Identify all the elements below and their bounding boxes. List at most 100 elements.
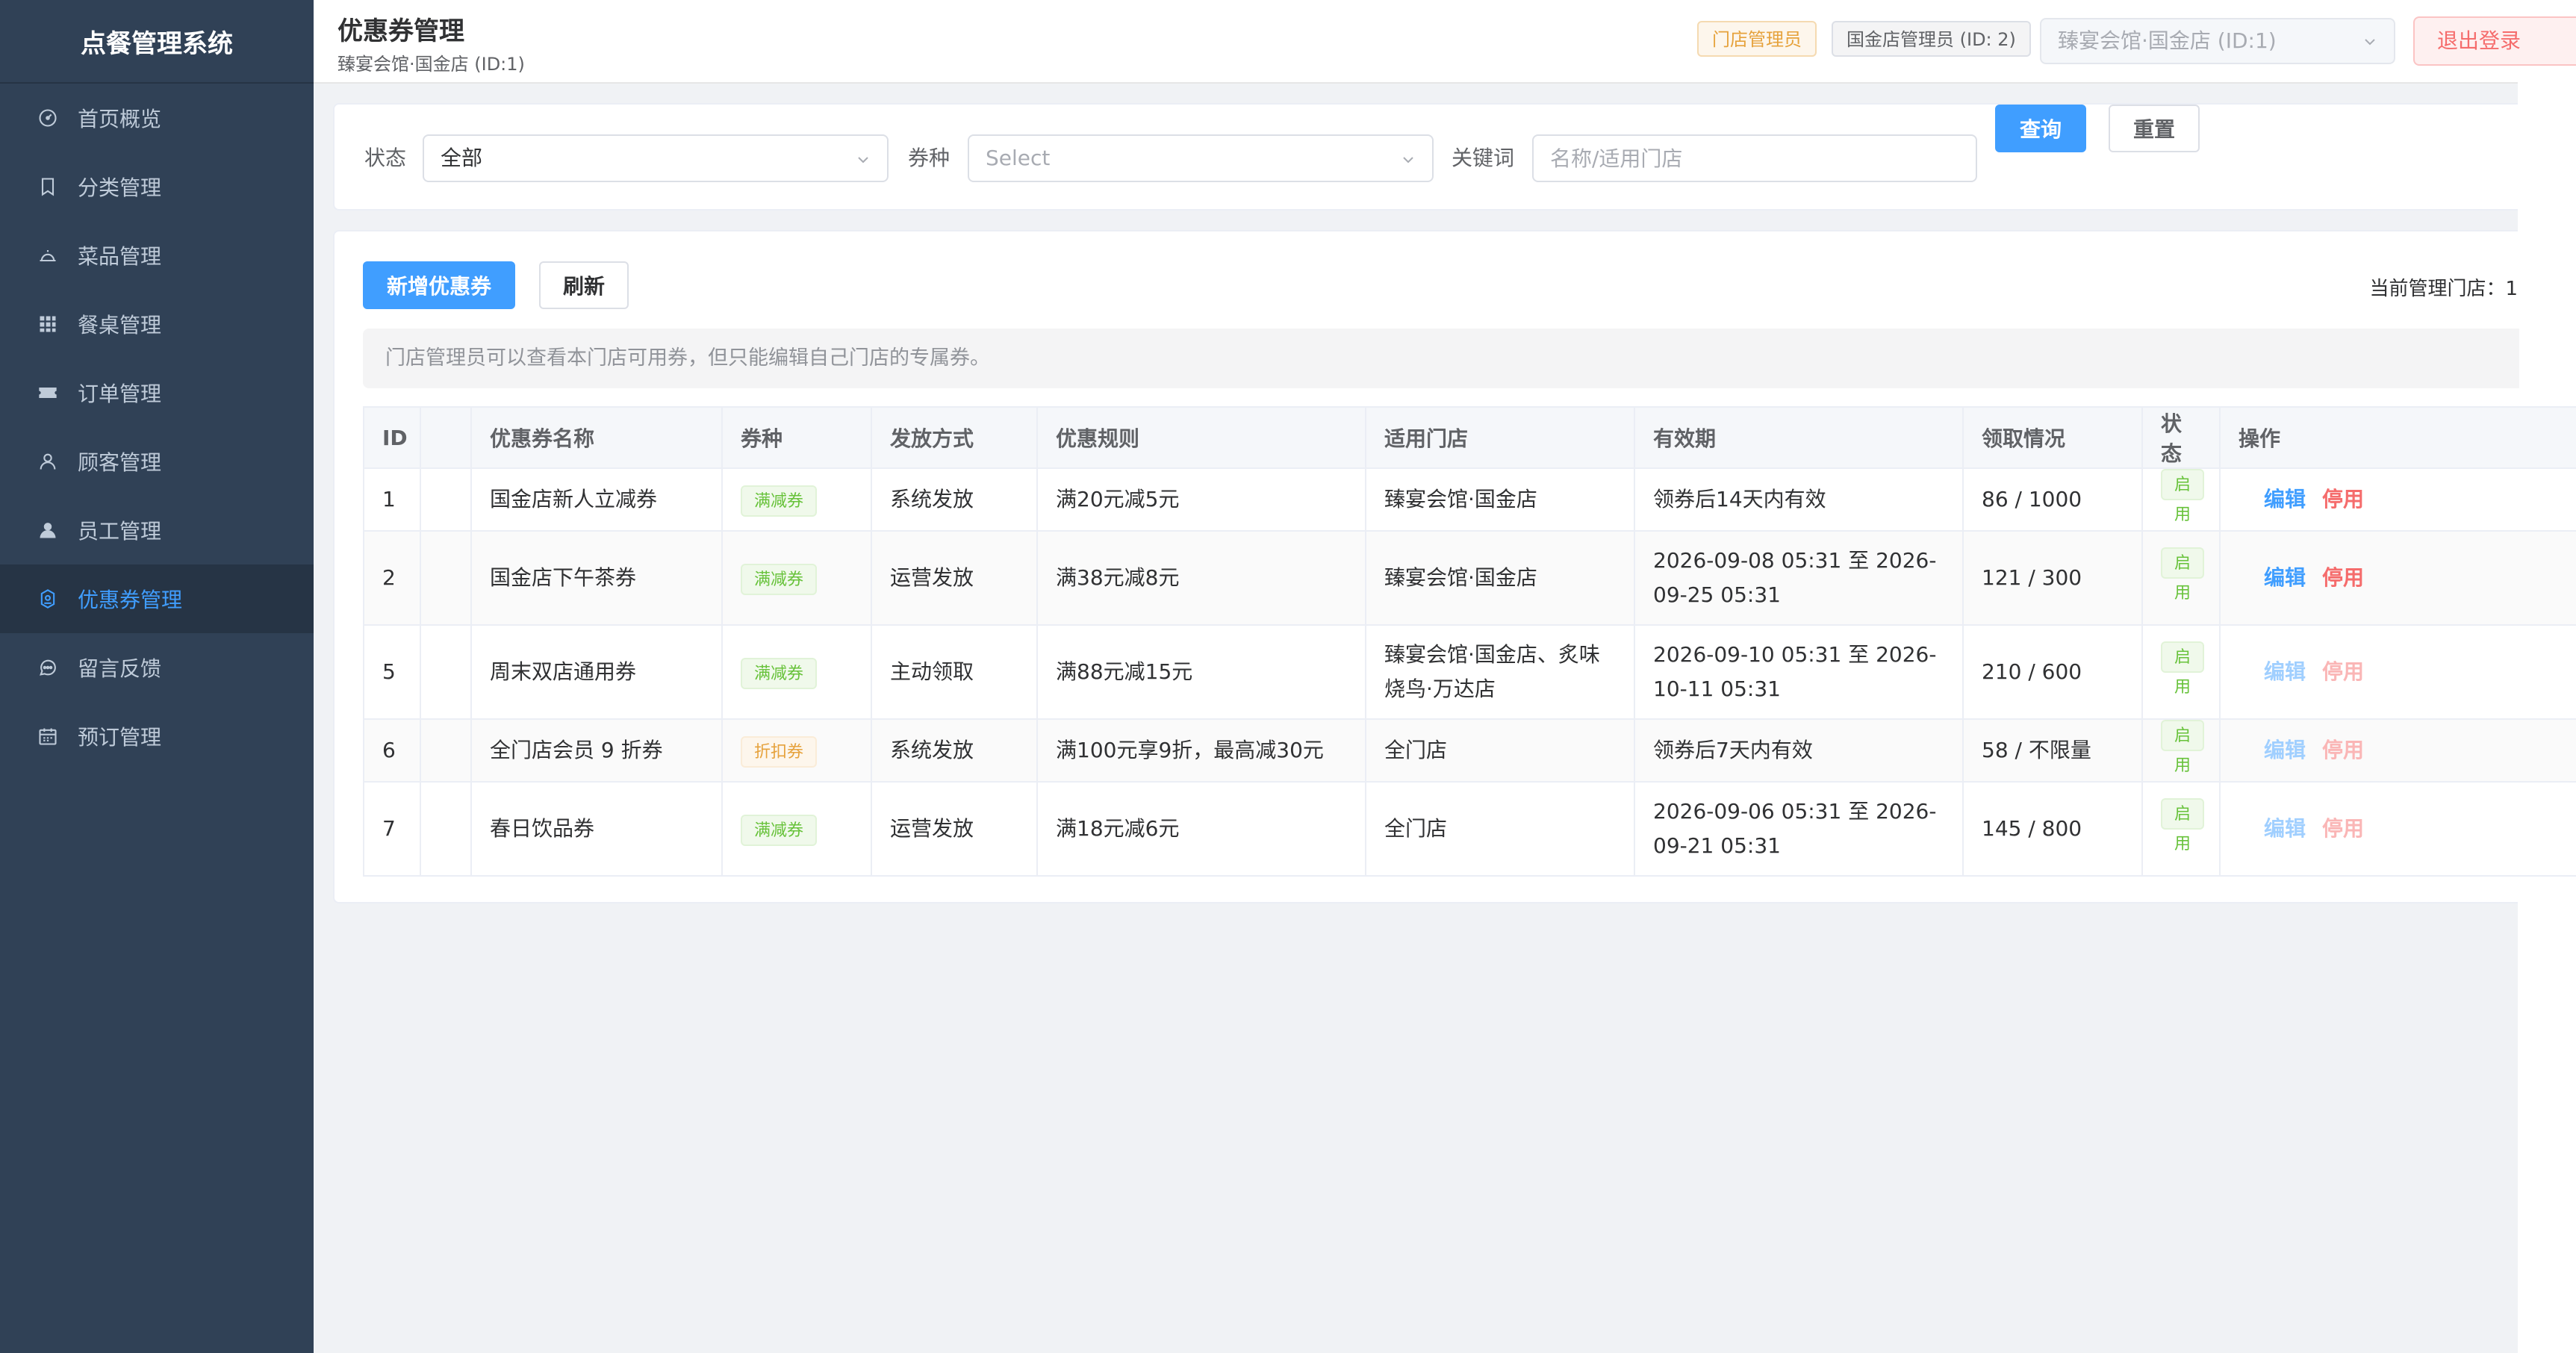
sidebar-item-staff[interactable]: 员工管理 — [0, 496, 314, 564]
table-row: 5 周末双店通用券 满减券 主动领取 满88元减15元 臻宴会馆·国金店、炙味烧… — [363, 624, 2576, 720]
keyword-input[interactable] — [1532, 134, 1977, 182]
column-header-stores: 适用门店 — [1365, 406, 1635, 469]
sidebar-item-coupons[interactable]: 优惠券管理 — [0, 564, 314, 633]
store-select[interactable]: 臻宴会馆·国金店 (ID:1) — [2040, 18, 2395, 64]
sidebar-item-dashboard[interactable]: 首页概览 — [0, 84, 314, 152]
column-header-rule: 优惠规则 — [1036, 406, 1366, 469]
user-filled-icon — [37, 520, 58, 541]
dish-cover-icon — [37, 245, 58, 266]
edit-link-disabled: 编辑 — [2264, 738, 2306, 762]
calendar-icon — [37, 726, 58, 747]
permission-notice: 门店管理员可以查看本门店可用券，但只能编辑自己门店的专属券。 — [363, 329, 2519, 388]
status-badge: 启用 — [2161, 469, 2205, 524]
sidebar-item-label: 餐桌管理 — [78, 313, 162, 338]
cell-type: 满减券 — [721, 781, 872, 877]
disable-link-disabled: 停用 — [2322, 659, 2365, 684]
sidebar-item-orders[interactable]: 订单管理 — [0, 358, 314, 427]
app-brand: 点餐管理系统 — [0, 0, 314, 84]
cell-type: 满减券 — [721, 530, 872, 626]
cell-stores: 全门店 — [1365, 718, 1635, 783]
status-badge: 启用 — [2161, 641, 2205, 697]
cell-status: 启用 — [2141, 624, 2221, 720]
sidebar-item-label: 顾客管理 — [78, 450, 162, 475]
add-coupon-button[interactable]: 新增优惠券 — [363, 261, 515, 309]
cell-id: 5 — [363, 624, 421, 720]
logout-button[interactable]: 退出登录 — [2413, 16, 2576, 66]
type-select[interactable]: Select — [968, 134, 1434, 182]
cell-rule: 满18元减6元 — [1036, 781, 1366, 877]
dashboard-icon — [37, 108, 58, 128]
edit-link[interactable]: 编辑 — [2264, 565, 2306, 590]
cell-rule: 满38元减8元 — [1036, 530, 1366, 626]
sidebar-item-reservations[interactable]: 预订管理 — [0, 702, 314, 771]
cell-issue: 系统发放 — [871, 467, 1038, 532]
cell-blank — [420, 530, 472, 626]
disable-link[interactable]: 停用 — [2322, 487, 2364, 511]
sidebar-item-dishes[interactable]: 菜品管理 — [0, 221, 314, 290]
cell-actions: 编辑 停用 — [2220, 467, 2576, 532]
cell-validity: 领券后14天内有效 — [1634, 467, 1964, 532]
disable-link[interactable]: 停用 — [2322, 565, 2364, 590]
refresh-button[interactable]: 刷新 — [539, 261, 629, 309]
cell-name: 春日饮品券 — [470, 781, 723, 877]
column-header-status: 状态 — [2141, 406, 2221, 469]
sidebar-item-label: 优惠券管理 — [78, 588, 183, 612]
cell-blank — [420, 781, 472, 877]
type-label: 券种 — [908, 146, 951, 170]
cell-type: 满减券 — [721, 467, 872, 532]
cell-validity: 领券后7天内有效 — [1634, 718, 1964, 783]
coupon-type-tag: 满减券 — [741, 485, 818, 517]
cell-claimed: 210 / 600 — [1962, 624, 2143, 720]
filter-card: 状态 全部 券种 Select 关键词 查询 重置 — [333, 103, 2518, 211]
sidebar-item-feedback[interactable]: 留言反馈 — [0, 633, 314, 702]
sidebar-item-label: 分类管理 — [78, 175, 162, 200]
edit-link-disabled: 编辑 — [2264, 816, 2306, 841]
column-header-name: 优惠券名称 — [470, 406, 723, 469]
status-label: 状态 — [364, 146, 407, 170]
store-select-value: 臻宴会馆·国金店 (ID:1) — [2058, 28, 2277, 53]
edit-link[interactable]: 编辑 — [2264, 487, 2306, 511]
table-row: 2 国金店下午茶券 满减券 运营发放 满38元减8元 臻宴会馆·国金店 2026… — [363, 530, 2576, 626]
page-title: 优惠券管理 — [337, 16, 464, 46]
cell-rule: 满20元减5元 — [1036, 467, 1366, 532]
cell-actions: 编辑 停用 — [2220, 530, 2576, 626]
cell-actions: 编辑 停用 — [2220, 624, 2576, 720]
cell-rule: 满88元减15元 — [1036, 624, 1366, 720]
user-outline-icon — [37, 451, 58, 472]
column-header-blank — [420, 406, 472, 469]
table-row: 7 春日饮品券 满减券 运营发放 满18元减6元 全门店 2026-09-06 … — [363, 781, 2576, 877]
cell-issue: 运营发放 — [871, 781, 1038, 877]
coupon-list-card: 新增优惠券 刷新 当前管理门店：1 门店管理员可以查看本门店可用券，但只能编辑自… — [333, 230, 2576, 903]
cell-actions: 编辑 停用 — [2220, 781, 2576, 877]
sidebar-item-category[interactable]: 分类管理 — [0, 152, 314, 221]
chat-icon — [37, 657, 58, 678]
cell-validity: 2026-09-08 05:31 至 2026-09-25 05:31 — [1634, 530, 1964, 626]
sidebar-item-label: 预订管理 — [78, 725, 162, 750]
status-badge: 启用 — [2161, 720, 2205, 775]
grid-icon — [37, 314, 58, 335]
sidebar-item-customers[interactable]: 顾客管理 — [0, 427, 314, 496]
column-header-issue: 发放方式 — [871, 406, 1038, 469]
column-header-claimed: 领取情况 — [1962, 406, 2143, 469]
cell-validity: 2026-09-06 05:31 至 2026-09-21 05:31 — [1634, 781, 1964, 877]
status-select[interactable]: 全部 — [423, 134, 889, 182]
type-select-placeholder: Select — [986, 146, 1051, 170]
cell-stores: 臻宴会馆·国金店 — [1365, 530, 1635, 626]
column-header-type: 券种 — [721, 406, 872, 469]
sidebar-item-label: 菜品管理 — [78, 244, 162, 269]
cell-status: 启用 — [2141, 718, 2221, 783]
sidebar-item-label: 首页概览 — [78, 107, 162, 131]
cell-id: 2 — [363, 530, 421, 626]
cell-stores: 臻宴会馆·国金店 — [1365, 467, 1635, 532]
keyword-label: 关键词 — [1452, 146, 1515, 170]
chevron-down-icon — [858, 157, 868, 164]
column-header-validity: 有效期 — [1634, 406, 1964, 469]
cell-name: 国金店新人立减券 — [470, 467, 723, 532]
sidebar-item-tables[interactable]: 餐桌管理 — [0, 290, 314, 358]
reset-button[interactable]: 重置 — [2109, 105, 2200, 152]
search-button[interactable]: 查询 — [1995, 105, 2086, 152]
status-badge: 启用 — [2161, 798, 2205, 853]
cell-blank — [420, 467, 472, 532]
chevron-down-icon — [2365, 39, 2375, 46]
bookmark-icon — [37, 176, 58, 197]
